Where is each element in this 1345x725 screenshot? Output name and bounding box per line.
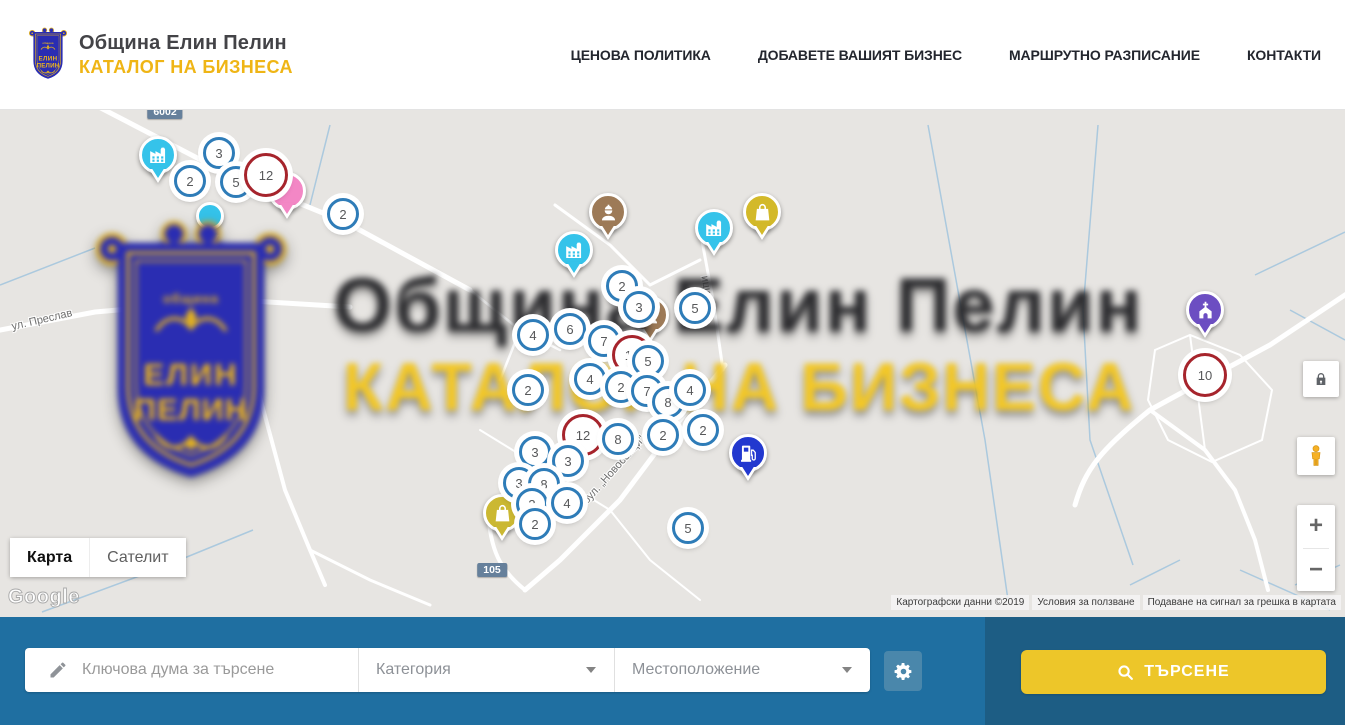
pin-tail (707, 240, 721, 251)
category-dropdown[interactable]: Категория (359, 648, 614, 692)
municipality-crest-logo: община ЕЛИН ПЕЛИН (27, 26, 69, 84)
search-submit-button[interactable]: ТЪРСЕНЕ (1021, 650, 1326, 694)
cluster-marker[interactable]: 4 (517, 319, 549, 351)
zoom-out-button[interactable]: − (1297, 549, 1335, 592)
pin-tail (755, 224, 769, 235)
advanced-search-button[interactable] (884, 651, 922, 691)
location-dropdown[interactable]: Местоположение (615, 648, 870, 692)
cluster-marker[interactable]: 4 (574, 363, 606, 395)
nav-item-route-schedule[interactable]: МАРШРУТНО РАЗПИСАНИЕ (1009, 47, 1200, 63)
main-nav: ЦЕНОВА ПОЛИТИКА ДОБАВЕТЕ ВАШИЯТ БИЗНЕС М… (571, 0, 1321, 110)
map-markers: 325122235647135242784221283338342510 (0, 110, 1345, 617)
worker-pin-marker[interactable] (589, 193, 627, 231)
bag-pin-marker[interactable] (743, 193, 781, 231)
chevron-down-icon (586, 667, 596, 673)
pin-tail (741, 465, 755, 476)
logo-title: Община Елин Пелин (79, 32, 293, 55)
logo-subtitle: КАТАЛОГ НА БИЗНЕСА (79, 57, 293, 78)
search-fields: Категория Местоположение (25, 648, 870, 692)
search-button-label: ТЪРСЕНЕ (1144, 663, 1229, 681)
cluster-marker[interactable]: 3 (203, 137, 235, 169)
logo-text: Община Елин Пелин КАТАЛОГ НА БИЗНЕСА (79, 32, 293, 78)
crest-graphic: община ЕЛИН ПЕЛИН (27, 26, 69, 84)
pegman-control[interactable] (1297, 437, 1335, 475)
zoom-control: + − (1297, 505, 1335, 591)
factory-pin-marker[interactable] (555, 231, 593, 269)
location-dropdown-label: Местоположение (632, 661, 760, 679)
nav-item-contacts[interactable]: КОНТАКТИ (1247, 47, 1321, 63)
nav-item-pricing[interactable]: ЦЕНОВА ПОЛИТИКА (571, 47, 711, 63)
cluster-marker[interactable]: 8 (602, 423, 634, 455)
bag-pin-marker[interactable] (483, 494, 521, 532)
search-bar: Категория Местоположение ТЪРСЕНЕ (0, 617, 1345, 725)
pencil-icon (48, 660, 68, 680)
report-map-error-link[interactable]: Подаване на сигнал за грешка в картата (1143, 595, 1341, 610)
cluster-marker[interactable]: 3 (519, 436, 551, 468)
cluster-marker[interactable]: 12 (244, 153, 288, 197)
nav-item-add-business[interactable]: ДОБАВЕТЕ ВАШИЯТ БИЗНЕС (758, 47, 962, 63)
google-map[interactable]: 6002105ул. Преславбул. „Новоселци"ици об… (0, 110, 1345, 617)
svg-text:ПЕЛИН: ПЕЛИН (37, 62, 60, 69)
pin-tail (495, 525, 509, 536)
map-type-control: Карта Сателит (10, 538, 186, 577)
map-data-copyright: Картографски данни ©2019 (891, 595, 1029, 610)
church-pin-marker[interactable] (1186, 291, 1224, 329)
cluster-marker[interactable]: 4 (674, 374, 706, 406)
map-type-map-button[interactable]: Карта (10, 538, 89, 577)
cluster-marker[interactable]: 3 (552, 445, 584, 477)
zoom-in-button[interactable]: + (1297, 505, 1335, 548)
terms-of-use-link[interactable]: Условия за ползване (1032, 595, 1139, 610)
page: 6002105ул. Преславбул. „Новоселци"ици об… (0, 0, 1345, 725)
map-attribution: Картографски данни ©2019 Условия за полз… (891, 595, 1341, 610)
cluster-marker[interactable]: 5 (632, 345, 664, 377)
cluster-marker[interactable]: 2 (174, 165, 206, 197)
pin-tail (151, 167, 165, 178)
site-logo[interactable]: община ЕЛИН ПЕЛИН Община Елин Пелин КАТА… (27, 26, 293, 84)
cluster-marker[interactable]: 2 (512, 374, 544, 406)
cluster-marker[interactable]: 5 (672, 512, 704, 544)
factory-pin-marker[interactable] (139, 136, 177, 174)
google-logo[interactable]: Google (8, 586, 80, 609)
factory-pin-marker[interactable] (695, 209, 733, 247)
lock-button[interactable] (1303, 361, 1339, 397)
search-icon (1117, 664, 1134, 681)
chevron-down-icon (842, 667, 852, 673)
pegman-icon (1304, 444, 1328, 468)
site-header: община ЕЛИН ПЕЛИН Община Елин Пелин КАТА… (0, 0, 1345, 110)
cluster-marker[interactable]: 2 (519, 508, 551, 540)
fuel-pin-marker[interactable] (729, 434, 767, 472)
cluster-marker[interactable]: 2 (647, 419, 679, 451)
cluster-marker[interactable]: 6 (554, 313, 586, 345)
cluster-marker[interactable]: 10 (1183, 353, 1227, 397)
gear-icon (893, 661, 914, 682)
pin-tail (1198, 322, 1212, 333)
cluster-marker[interactable]: 2 (327, 198, 359, 230)
cluster-marker[interactable]: 5 (679, 292, 711, 324)
svg-text:ЕЛИН: ЕЛИН (39, 55, 58, 62)
keyword-section (25, 648, 358, 692)
cluster-marker[interactable]: 3 (623, 291, 655, 323)
pin-tail (567, 262, 581, 273)
pin-tail (601, 224, 615, 235)
category-dropdown-label: Категория (376, 661, 451, 679)
lock-icon (1313, 371, 1329, 387)
pin-tail (280, 203, 294, 214)
keyword-search-input[interactable] (82, 661, 332, 679)
cluster-marker[interactable]: 4 (551, 487, 583, 519)
cluster-marker[interactable]: 2 (687, 414, 719, 446)
map-type-satellite-button[interactable]: Сателит (89, 538, 185, 577)
